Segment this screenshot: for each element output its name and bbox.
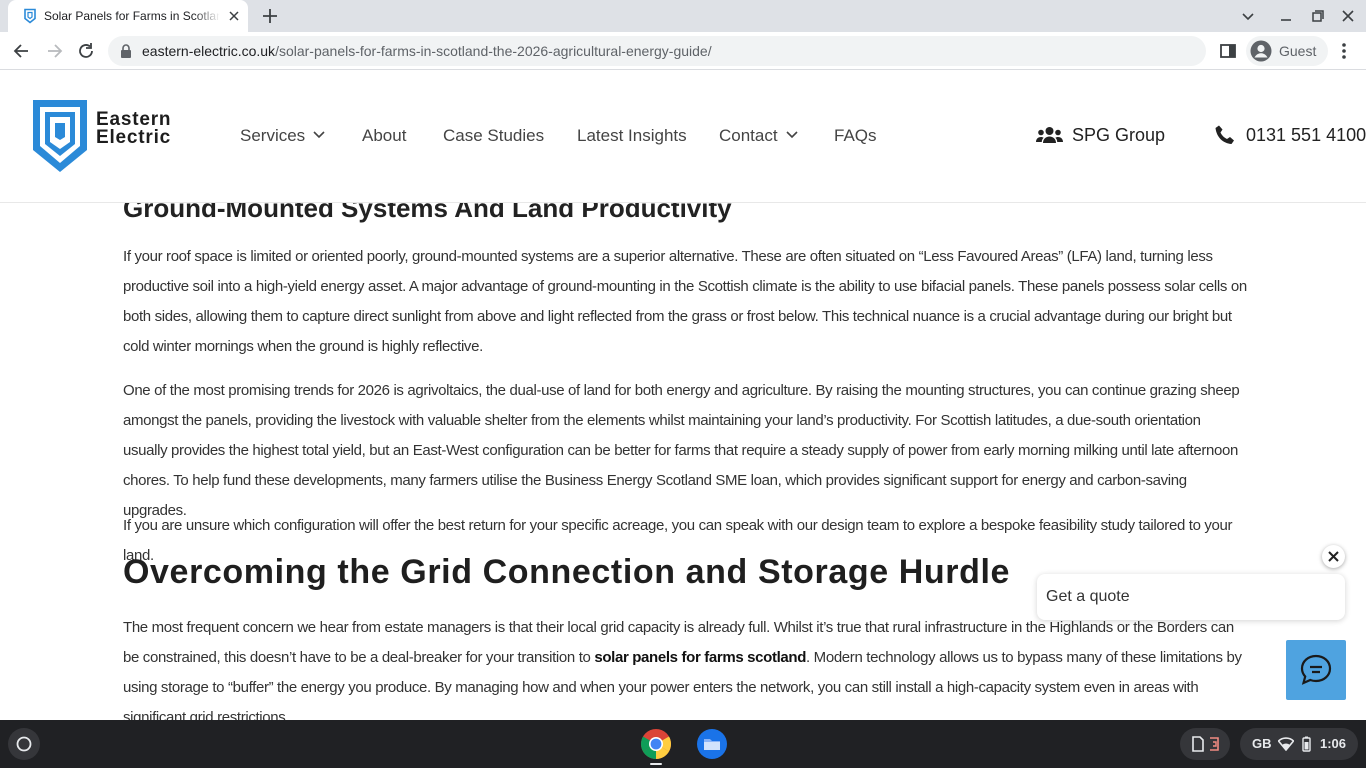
battery-icon [1302,736,1311,752]
screen-record-icon [1210,737,1219,751]
lock-icon[interactable] [120,44,132,58]
guest-avatar-icon [1250,40,1272,62]
logo-wordmark[interactable]: Eastern Electric [96,110,172,148]
url-text[interactable]: eastern-electric.co.uk/solar-panels-for-… [142,43,712,59]
forward-arrow-icon[interactable] [44,41,64,61]
nav-about[interactable]: About [362,126,406,146]
site-favicon-icon [24,8,36,24]
os-shelf: GB 1:06 [0,720,1366,768]
url-host: eastern-electric.co.uk [142,43,276,59]
browser-menu-icon[interactable] [1334,41,1354,61]
nav-contact[interactable]: Contact [719,126,798,146]
keyboard-locale: GB [1252,736,1272,751]
spg-group-label: SPG Group [1072,125,1166,145]
nav-contact-label: Contact [719,126,778,145]
phone-number: 0131 551 4100 [1246,125,1366,145]
close-icon [1328,551,1339,562]
tab-search-chevron-icon[interactable] [1240,8,1256,24]
eastern-electric-logo-icon[interactable] [30,97,90,175]
launcher-button[interactable] [8,728,40,760]
paragraph-grid-capacity: The most frequent concern we hear from e… [123,613,1248,720]
profile-button[interactable]: Guest [1246,36,1328,66]
logo-line-2: Electric [96,127,172,148]
users-group-icon [1036,127,1063,143]
phone-icon [1215,125,1234,144]
browser-tab-strip: Solar Panels for Farms in Scotland - The… [0,0,1366,32]
reload-icon[interactable] [76,41,96,61]
paragraph-agrivoltaics: One of the most promising trends for 202… [123,382,1240,519]
restore-window-icon[interactable] [1310,8,1326,24]
site-header: Eastern Electric Services About Case Stu… [0,71,1366,203]
nav-services[interactable]: Services [240,126,325,146]
nav-faqs[interactable]: FAQs [834,126,877,146]
document-icon [1192,736,1204,752]
chat-prompt-bubble[interactable]: Get a quote [1037,574,1345,620]
url-path: /solar-panels-for-farms-in-scotland-the-… [275,43,712,59]
nav-latest-insights[interactable]: Latest Insights [577,126,687,146]
close-tab-icon[interactable] [226,8,242,24]
tab-title: Solar Panels for Farms in Scotland - The… [44,9,220,23]
files-app-icon[interactable] [696,728,728,760]
chat-launcher-button[interactable] [1286,640,1346,700]
nav-case-studies[interactable]: Case Studies [443,126,544,146]
profile-label: Guest [1279,43,1317,59]
close-window-icon[interactable] [1340,8,1356,24]
chat-bubble-icon [1300,654,1332,685]
nav-services-label: Services [240,126,306,145]
chat-prompt-text: Get a quote [1046,588,1130,605]
chevron-down-icon [786,131,798,139]
wifi-icon [1278,737,1294,751]
browser-toolbar: eastern-electric.co.uk/solar-panels-for-… [0,32,1366,70]
back-arrow-icon[interactable] [12,41,32,61]
holding-space-tray[interactable] [1180,728,1230,760]
section-heading-ground-mounted: Ground-Mounted Systems And Land Producti… [123,203,732,223]
launcher-circle-icon [16,736,32,752]
keyword-bold: solar panels for farms scotland [594,649,807,666]
chat-dismiss-button[interactable] [1322,545,1345,568]
address-bar[interactable]: eastern-electric.co.uk/solar-panels-for-… [108,36,1206,66]
section-heading-grid-connection: Overcoming the Grid Connection and Stora… [123,553,1011,591]
side-panel-icon[interactable] [1218,41,1238,61]
status-area[interactable]: GB 1:06 [1240,728,1358,760]
minimize-window-icon[interactable] [1278,8,1294,24]
chrome-app-icon[interactable] [640,728,672,760]
chevron-down-icon [313,131,325,139]
browser-tab[interactable]: Solar Panels for Farms in Scotland - The… [8,0,248,32]
chrome-running-indicator [650,763,662,765]
paragraph-ground-mounted: If your roof space is limited or oriente… [123,248,1247,355]
clock-time: 1:06 [1320,736,1347,751]
new-tab-icon[interactable] [260,6,280,26]
article-content: Ground-Mounted Systems And Land Producti… [0,203,1366,720]
